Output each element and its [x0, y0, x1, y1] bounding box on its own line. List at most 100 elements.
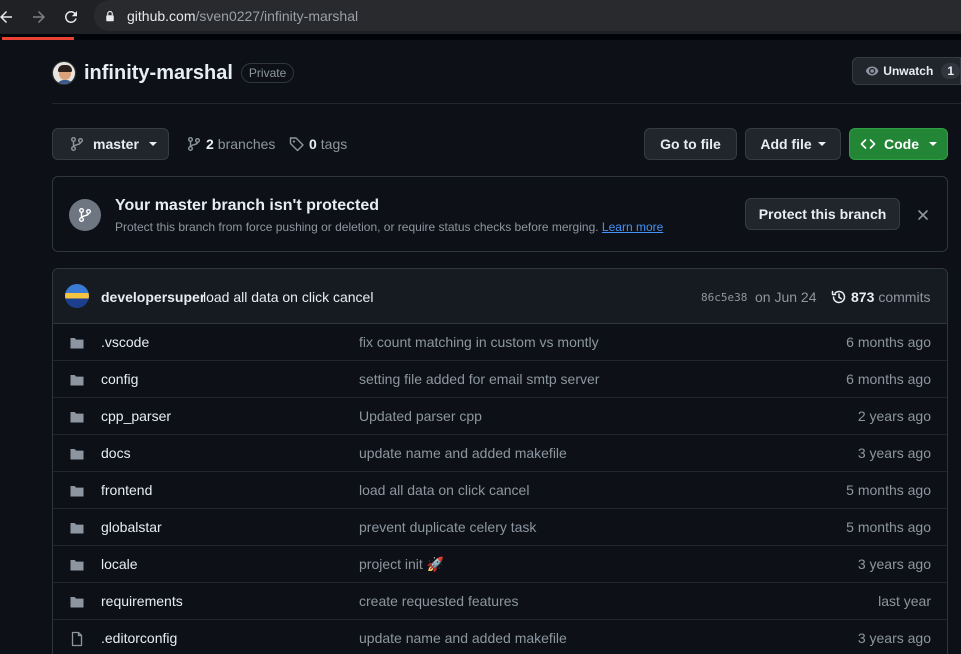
close-icon[interactable] [915, 207, 931, 223]
git-branch-icon [71, 137, 83, 151]
code-label: Code [884, 136, 919, 152]
branch-protection-banner: Your master branch isn't protected Prote… [52, 176, 948, 252]
file-row[interactable]: .vscode fix count matching in custom vs m… [53, 324, 947, 361]
file-row[interactable]: .editorconfig update name and added makef… [53, 620, 947, 654]
branches-label: branches [217, 136, 276, 152]
file-name[interactable]: docs [101, 445, 131, 461]
tag-icon [289, 137, 304, 152]
file-row[interactable]: globalstar prevent duplicate celery task 5… [53, 509, 947, 546]
reload-icon[interactable] [59, 5, 83, 29]
banner-description: Protect this branch from force pushing o… [115, 220, 663, 234]
tags-label: tags [320, 136, 348, 152]
owner-avatar[interactable] [52, 61, 76, 85]
tags-link[interactable]: 0 tags [289, 136, 347, 152]
url-host: github.com [127, 7, 196, 24]
folder-icon [69, 483, 85, 499]
folder-icon [69, 372, 85, 388]
browser-toolbar: github.com/sven0227/infinity-marshal [0, 0, 961, 34]
file-commit-message[interactable]: fix count matching in custom vs montly [359, 334, 599, 350]
file-row[interactable]: docs update name and added makefile 3 year… [53, 435, 947, 472]
unwatch-label: Unwatch [883, 64, 934, 78]
back-icon[interactable] [0, 5, 18, 29]
add-file-button[interactable]: Add file [745, 128, 841, 160]
folder-icon [69, 557, 85, 573]
file-commit-message[interactable]: update name and added makefile [359, 445, 567, 461]
eye-icon [865, 66, 879, 76]
file-commit-date: 2 years ago [857, 408, 931, 424]
file-row[interactable]: locale project init 🚀 3 years ago [53, 546, 947, 583]
commit-message[interactable]: load all data on click cancel [203, 289, 373, 305]
file-name[interactable]: cpp_parser [101, 408, 171, 424]
file-commit-date: 6 months ago [846, 371, 931, 387]
file-commit-date: 3 years ago [857, 556, 931, 572]
git-branch-icon [69, 199, 101, 231]
protect-branch-button[interactable]: Protect this branch [745, 198, 900, 230]
author-avatar[interactable] [65, 284, 89, 308]
forward-icon[interactable] [27, 5, 51, 29]
page-load-progress [2, 37, 74, 40]
github-header [0, 34, 961, 40]
add-file-label: Add file [760, 136, 812, 152]
code-icon [860, 139, 876, 149]
file-name[interactable]: .editorconfig [101, 630, 177, 646]
file-name[interactable]: frontend [101, 482, 152, 498]
banner-description-text: Protect this branch from force pushing o… [115, 220, 599, 234]
file-commit-message[interactable]: prevent duplicate celery task [359, 519, 536, 535]
file-row[interactable]: cpp_parser Updated parser cpp 2 years ago [53, 398, 947, 435]
file-name[interactable]: .vscode [101, 334, 149, 350]
folder-icon [69, 335, 85, 351]
commits-label: commits [878, 289, 931, 305]
file-commit-date: 5 months ago [846, 482, 931, 498]
file-commit-message[interactable]: load all data on click cancel [359, 482, 529, 498]
file-commit-date: 3 years ago [857, 630, 931, 646]
file-name[interactable]: globalstar [101, 519, 162, 535]
commit-author[interactable]: developersuper [101, 289, 205, 305]
code-button[interactable]: Code [849, 128, 948, 160]
branch-name: master [93, 136, 139, 152]
file-row[interactable]: config setting file added for email smtp … [53, 361, 947, 398]
folder-icon [69, 594, 85, 610]
commits-link[interactable]: 873 commits [831, 289, 930, 305]
branch-select-button[interactable]: master [52, 128, 169, 160]
chevron-down-icon [817, 142, 826, 146]
folder-icon [69, 409, 85, 425]
folder-icon [69, 446, 85, 462]
file-commit-date: 3 years ago [857, 445, 931, 461]
file-commit-date: 6 months ago [846, 334, 931, 350]
file-commit-message[interactable]: project init 🚀 [359, 556, 444, 573]
file-commit-message[interactable]: update name and added makefile [359, 630, 567, 646]
file-name[interactable]: locale [101, 556, 138, 572]
commit-sha[interactable]: 86c5e38 [701, 291, 747, 304]
chevron-down-icon [929, 142, 937, 146]
file-icon [69, 631, 85, 647]
file-commit-date: 5 months ago [846, 519, 931, 535]
folder-icon [69, 520, 85, 536]
banner-title: Your master branch isn't protected [115, 197, 380, 214]
learn-more-link[interactable]: Learn more [602, 220, 663, 234]
file-commit-message[interactable]: Updated parser cpp [359, 408, 482, 424]
repo-name[interactable]: infinity-marshal [84, 62, 233, 85]
file-commit-message[interactable]: setting file added for email smtp server [359, 371, 599, 387]
file-name[interactable]: requirements [101, 593, 183, 609]
lock-icon[interactable] [102, 8, 118, 24]
header-divider [52, 103, 961, 104]
address-bar[interactable]: github.com/sven0227/infinity-marshal [94, 0, 961, 31]
chevron-down-icon [148, 142, 157, 146]
go-to-file-button[interactable]: Go to file [644, 128, 737, 160]
tags-count: 0 [309, 136, 317, 152]
commit-count: 873 [851, 289, 875, 305]
commit-date[interactable]: on Jun 24 [755, 289, 817, 305]
file-commit-message[interactable]: create requested features [359, 593, 519, 609]
file-row[interactable]: requirements create requested features las… [53, 583, 947, 620]
branches-link[interactable]: 2 branches [186, 136, 275, 152]
repo-title-bar: infinity-marshal Private [52, 58, 295, 88]
url-path: /sven0227/infinity-marshal [195, 7, 359, 24]
unwatch-button[interactable]: Unwatch 1 [852, 57, 961, 85]
watch-count: 1 [941, 63, 960, 79]
visibility-badge: Private [240, 63, 295, 83]
file-commit-date: last year [878, 593, 931, 609]
file-row[interactable]: frontend load all data on click cancel 5 m… [53, 472, 947, 509]
file-name[interactable]: config [101, 371, 138, 387]
file-list: .vscode fix count matching in custom vs m… [53, 324, 947, 654]
latest-commit-bar: developersuper load all data on click ca… [53, 269, 947, 324]
